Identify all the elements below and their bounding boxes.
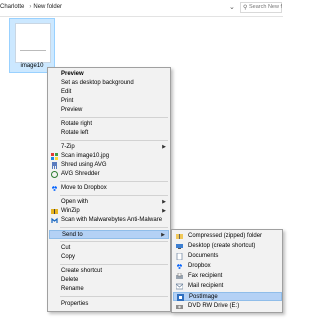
chevron-right-icon: ▶: [162, 199, 166, 205]
send-to-documents[interactable]: Documents: [173, 252, 282, 261]
chevron-right-icon: ›: [29, 4, 32, 10]
address-bar[interactable]: Charlotte › New folder ⌄ ⚲: [0, 0, 283, 17]
menu-item-7zip[interactable]: 7-Zip ▶: [49, 143, 169, 152]
menu-item-avg-shredder[interactable]: AVG Shredder: [49, 170, 169, 179]
menu-item-properties[interactable]: Properties: [49, 300, 169, 309]
menu-item-create-shortcut[interactable]: Create shortcut: [49, 267, 169, 276]
search-box[interactable]: ⚲: [240, 2, 282, 13]
dropbox-icon: [51, 185, 58, 192]
send-to-dvd-drive[interactable]: DVD RW Drive (E:): [173, 302, 282, 311]
shred-icon: [51, 162, 58, 169]
image-thumbnail: [15, 23, 51, 63]
chevron-right-icon: ▶: [162, 144, 166, 150]
avg-shredder-icon: [51, 171, 58, 178]
menu-item-rotate-right[interactable]: Rotate right: [49, 120, 169, 129]
send-to-compressed-folder[interactable]: Compressed (zipped) folder: [173, 232, 282, 241]
search-input[interactable]: [249, 4, 282, 10]
breadcrumb-charlotte[interactable]: Charlotte: [0, 4, 24, 10]
documents-icon: [176, 252, 183, 261]
menu-item-cut[interactable]: Cut: [49, 244, 169, 253]
menu-item-shred-avg[interactable]: Shred using AVG: [49, 161, 169, 170]
send-to-submenu: Compressed (zipped) folder Desktop (crea…: [171, 229, 283, 313]
menu-item-send-to[interactable]: Send to ▶: [49, 230, 169, 239]
menu-item-set-desktop-background[interactable]: Set as desktop background: [49, 79, 169, 88]
search-icon: ⚲: [243, 5, 248, 11]
menu-item-rotate-left[interactable]: Rotate left: [49, 129, 169, 138]
menu-separator: [60, 264, 168, 265]
dvd-drive-icon: [176, 303, 183, 310]
chevron-right-icon: ▶: [161, 232, 165, 238]
menu-separator: [60, 227, 168, 228]
chevron-right-icon: ▶: [162, 208, 166, 214]
chevron-down-icon[interactable]: ⌄: [229, 3, 235, 11]
menu-separator: [60, 140, 168, 141]
menu-item-scan-avg[interactable]: Scan image10.jpg: [49, 152, 169, 161]
menu-separator: [60, 117, 168, 118]
desktop-icon: [176, 243, 183, 250]
menu-separator: [60, 296, 168, 297]
menu-item-copy[interactable]: Copy: [49, 253, 169, 262]
menu-item-preview[interactable]: Preview: [49, 106, 169, 115]
menu-item-edit[interactable]: Edit: [49, 88, 169, 97]
send-to-dropbox[interactable]: Dropbox: [173, 262, 282, 271]
send-to-desktop[interactable]: Desktop (create shortcut): [173, 242, 282, 251]
send-to-postimage[interactable]: PostImage: [173, 292, 282, 301]
menu-item-delete[interactable]: Delete: [49, 276, 169, 285]
fax-icon: [176, 272, 183, 280]
winzip-icon: [51, 208, 58, 215]
malwarebytes-icon: [51, 217, 58, 224]
context-menu: Preview Set as desktop background Edit P…: [47, 67, 171, 312]
zip-folder-icon: [176, 233, 183, 240]
breadcrumb: Charlotte › New folder: [0, 4, 64, 10]
menu-item-rename[interactable]: Rename: [49, 285, 169, 294]
send-to-fax[interactable]: Fax recipient: [173, 272, 282, 281]
menu-item-open-with[interactable]: Open with ▶: [49, 198, 169, 207]
menu-separator: [60, 195, 168, 196]
avg-icon: [51, 153, 58, 160]
menu-item-move-to-dropbox[interactable]: Move to Dropbox: [49, 184, 169, 193]
menu-separator: [60, 241, 168, 242]
mail-icon: [175, 283, 184, 290]
send-to-mail[interactable]: Mail recipient: [173, 282, 282, 291]
menu-item-preview-bold[interactable]: Preview: [49, 70, 169, 79]
file-item-image10[interactable]: image10: [9, 18, 55, 73]
menu-item-scan-malwarebytes[interactable]: Scan with Malwarebytes Anti-Malware: [49, 216, 169, 225]
postimage-icon: [177, 294, 184, 301]
breadcrumb-new-folder[interactable]: New folder: [33, 4, 62, 10]
menu-separator: [60, 181, 168, 182]
menu-item-print[interactable]: Print: [49, 97, 169, 106]
menu-item-winzip[interactable]: WinZip ▶: [49, 207, 169, 216]
dropbox-icon: [176, 263, 183, 270]
